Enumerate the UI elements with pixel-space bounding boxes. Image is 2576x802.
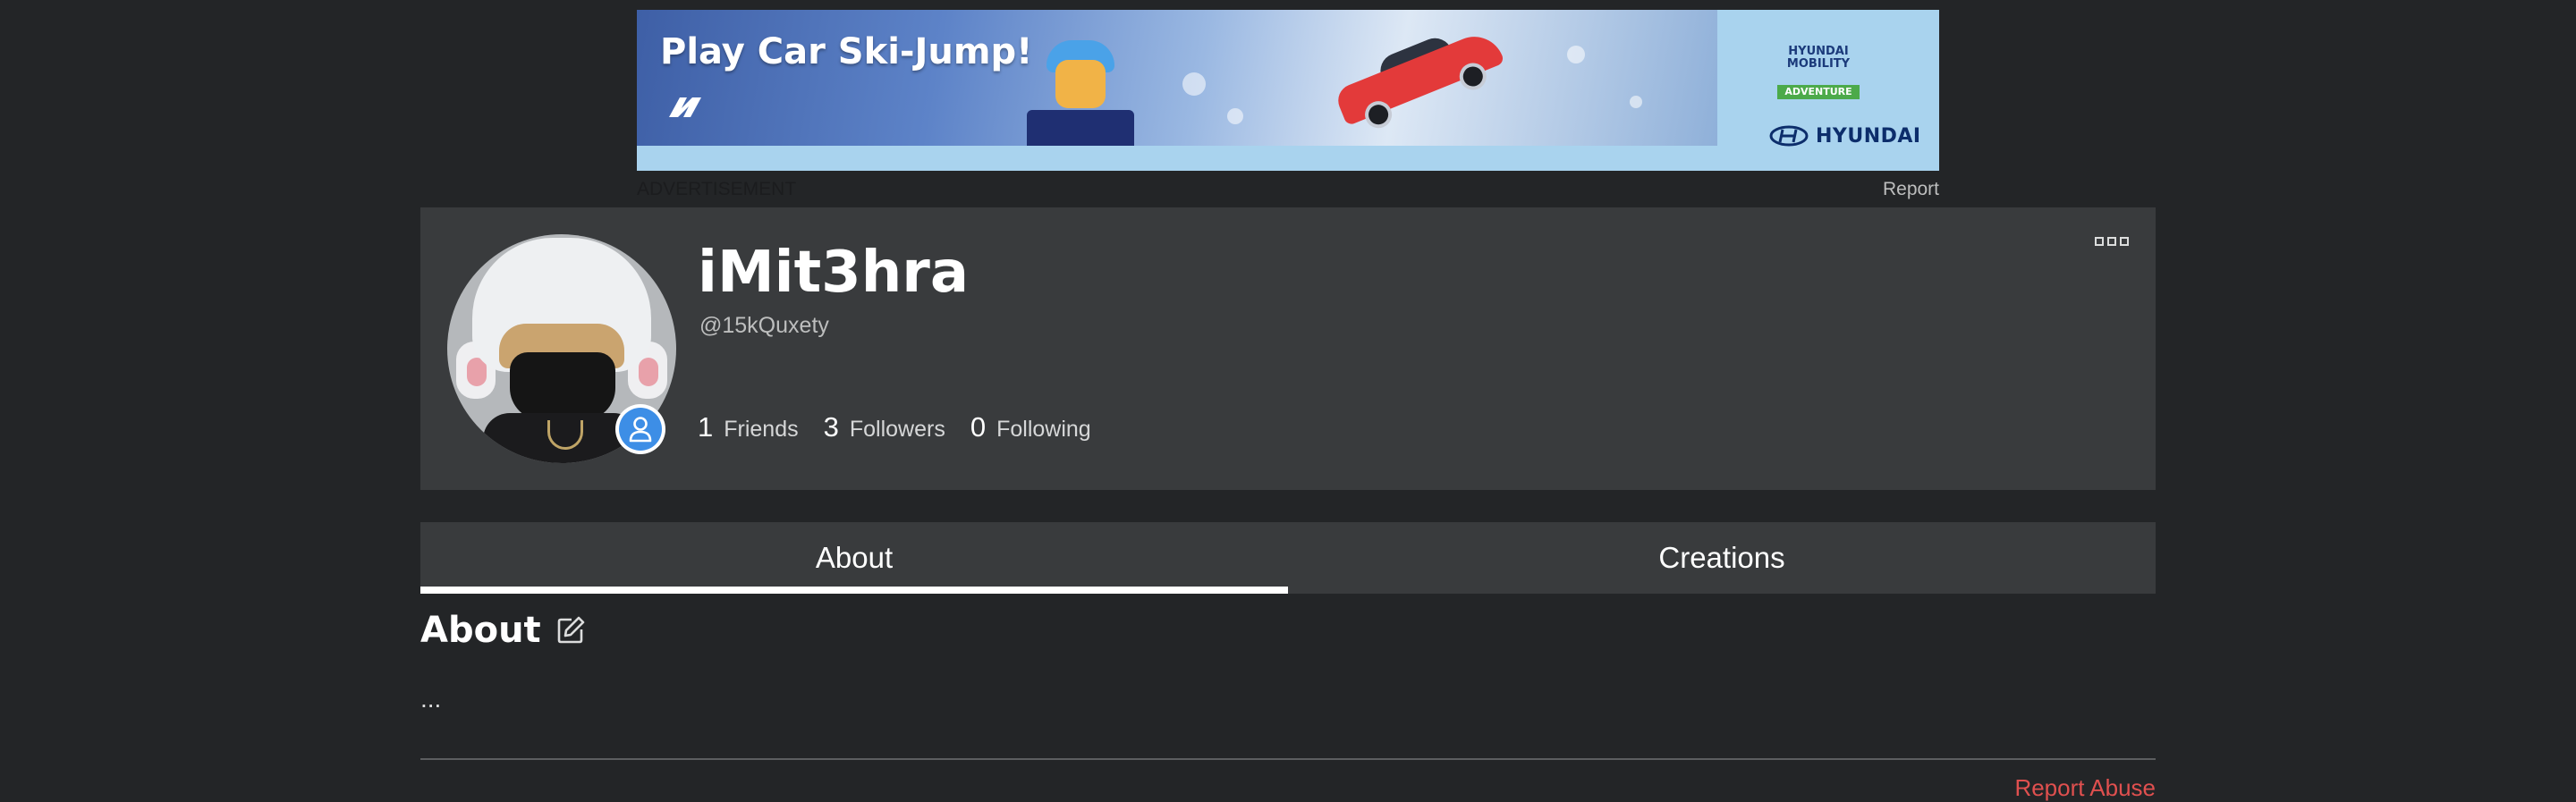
ad-caption: ADVERTISEMENT <box>637 179 797 199</box>
about-heading: About <box>420 610 586 651</box>
ad-badge-text: HYUNDAI MOBILITY <box>1786 45 1851 71</box>
ad-snowflake <box>1182 72 1206 96</box>
ad-car-figure <box>1328 16 1510 139</box>
hyundai-logo-icon <box>1769 125 1809 147</box>
username: @15kQuxety <box>699 313 829 338</box>
social-stats: 1 Friends 3 Followers 0 Following <box>698 411 1091 443</box>
ad-brand-logo: HYUNDAI <box>1769 122 1921 149</box>
advertisement-banner[interactable]: Play Car Ski-Jump! HYUNDAI MOBILITY ADVE… <box>637 10 1939 171</box>
n-logo-icon <box>669 97 701 117</box>
followers-link[interactable]: 3 Followers <box>824 411 945 443</box>
ad-snowflake <box>1630 96 1642 108</box>
friends-link[interactable]: 1 Friends <box>698 411 799 443</box>
friends-label: Friends <box>724 417 799 442</box>
avatar-mask <box>510 352 615 420</box>
ad-badge: HYUNDAI MOBILITY ADVENTURE <box>1762 33 1875 99</box>
user-icon <box>629 417 652 443</box>
ad-report-link[interactable]: Report <box>1883 179 1939 200</box>
following-label: Following <box>996 417 1091 442</box>
about-description: ... <box>420 685 442 713</box>
edit-icon[interactable] <box>555 615 586 646</box>
ad-snowflake <box>1567 46 1585 63</box>
tab-about[interactable]: About <box>420 522 1288 594</box>
ad-badge-ribbon: ADVENTURE <box>1777 85 1860 99</box>
following-link[interactable]: 0 Following <box>970 411 1091 443</box>
display-name: iMit3hra <box>698 240 969 306</box>
more-options-icon[interactable] <box>2095 234 2129 249</box>
followers-label: Followers <box>849 417 945 442</box>
section-divider <box>420 758 2156 760</box>
profile-tabs: About Creations <box>420 522 2156 594</box>
friends-count: 1 <box>698 411 714 443</box>
ad-brand-name: HYUNDAI <box>1816 124 1921 148</box>
ad-brand-panel: HYUNDAI MOBILITY ADVENTURE HYUNDAI <box>1717 10 1939 171</box>
profile-header: iMit3hra @15kQuxety 1 Friends 3 Follower… <box>420 207 2156 490</box>
report-abuse-link[interactable]: Report Abuse <box>2014 774 2156 802</box>
ad-character-figure <box>1021 37 1138 146</box>
ad-headline: Play Car Ski-Jump! <box>660 31 1033 72</box>
following-count: 0 <box>970 411 987 443</box>
followers-count: 3 <box>823 411 839 443</box>
about-title: About <box>420 610 541 651</box>
presence-badge <box>615 404 665 454</box>
tab-creations[interactable]: Creations <box>1288 522 2156 594</box>
ad-snowflake <box>1227 108 1243 124</box>
ad-scene-image: Play Car Ski-Jump! <box>637 10 1717 146</box>
